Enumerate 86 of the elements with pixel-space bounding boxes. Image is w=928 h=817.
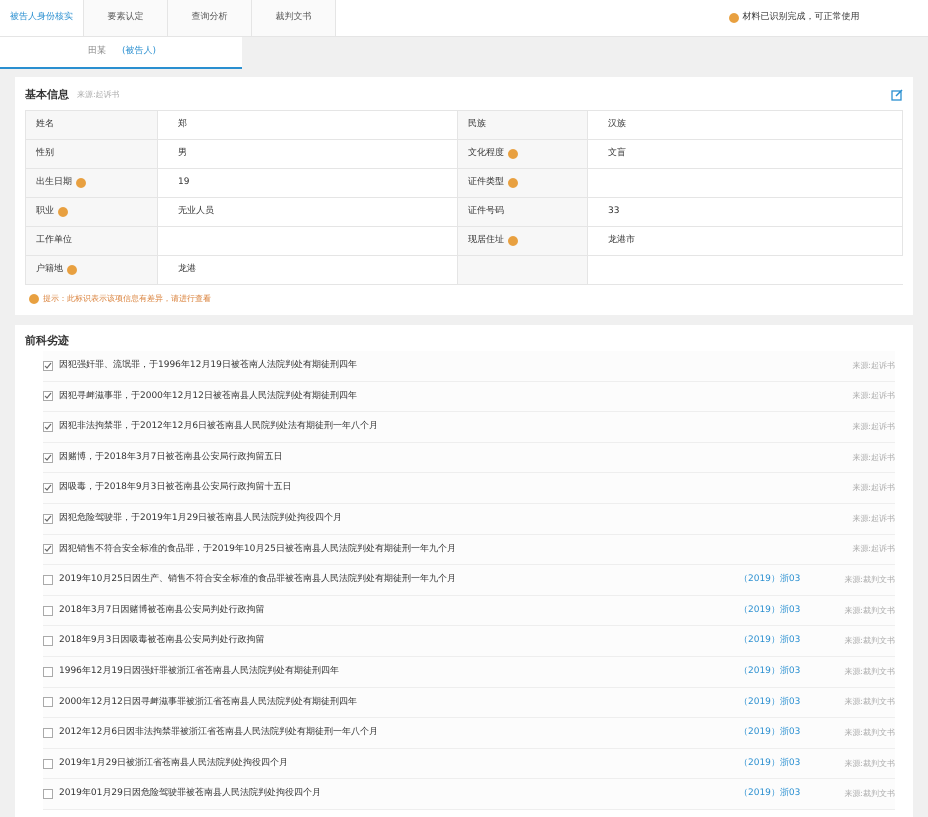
tab[interactable]: (被告人) xyxy=(114,37,164,67)
tab[interactable]: 田某 xyxy=(80,37,114,67)
record-text: 因犯危险驾驶罪，于2019年1月29日被苍南县人民法院判处拘役四个月 xyxy=(59,512,344,526)
field-label: 性别 xyxy=(36,146,54,160)
field-label: 文化程度 xyxy=(468,146,504,160)
record-text: 2012年12月6日因非法拘禁罪被浙江省苍南县人民法院判处有期徒刑一年八个月 xyxy=(59,726,380,740)
field-value: 33 xyxy=(608,204,620,218)
field-label: 出生日期 xyxy=(36,176,72,189)
field-value: 龙港市 xyxy=(608,234,635,247)
case-link[interactable]: （2019）浙03 xyxy=(739,726,829,740)
field-label: 证件号码 xyxy=(468,204,504,218)
checkbox[interactable] xyxy=(43,544,53,554)
source-label: 来源:起诉书 xyxy=(851,390,895,402)
field-value: 汉族 xyxy=(608,118,626,131)
source-label: 来源:起诉书 xyxy=(851,543,895,556)
source-label: 来源:起诉书 xyxy=(851,512,895,525)
edit-icon[interactable] xyxy=(891,89,903,102)
checkbox[interactable] xyxy=(43,483,53,494)
record-text: 2019年01月29日因危险驾驶罪被苍南县人民法院判处拘役四个月 xyxy=(59,787,322,800)
case-link[interactable]: （2019）浙03 xyxy=(739,604,829,618)
field-label: 户籍地 xyxy=(36,262,63,276)
checkbox[interactable] xyxy=(43,758,53,769)
field-label: 职业 xyxy=(36,204,54,218)
checkbox[interactable] xyxy=(43,697,53,708)
field-label: 证件类型 xyxy=(468,176,504,189)
field-value: 男 xyxy=(178,146,187,160)
source-label: 来源:裁判文书 xyxy=(843,788,895,800)
checkbox[interactable] xyxy=(43,666,53,677)
checkbox[interactable] xyxy=(43,391,53,402)
case-link[interactable]: （2019）浙03 xyxy=(739,634,829,648)
checkbox[interactable] xyxy=(43,360,53,371)
record-text: 2019年10月25日因生产、销售不符合安全标准的食品罪被苍南县人民法院判处有期徒刑一年九个月 xyxy=(59,573,457,586)
field-label: 民族 xyxy=(468,118,486,131)
hint-text: 提示：此标识表示该项信息有差异，请进行查看 xyxy=(43,292,211,304)
field-value: 无业人员 xyxy=(178,204,214,218)
checkbox[interactable] xyxy=(43,514,53,524)
case-link[interactable]: （2019）浙03 xyxy=(739,696,829,710)
section-title: 前科劣迹 xyxy=(25,334,69,346)
checkbox[interactable] xyxy=(43,574,53,585)
source-label: 来源:起诉书 xyxy=(851,360,895,372)
source-label: 来源:裁判文书 xyxy=(843,758,895,770)
checkbox[interactable] xyxy=(43,452,53,463)
warning-icon xyxy=(728,13,738,23)
record-text: 1996年12月19日因强奸罪被浙江省苍南县人民法院判处有期徒刑四年 xyxy=(59,664,340,678)
source-label: 来源:裁判文书 xyxy=(843,696,895,708)
tab[interactable]: 查询分析 xyxy=(168,0,252,36)
source-label: 来源:裁判文书 xyxy=(843,726,895,739)
record-text: 因犯寻衅滋事罪，于2000年12月12日被苍南县人民法院判处有期徒刑四年 xyxy=(59,390,358,403)
warning-icon xyxy=(29,294,39,304)
record-text: 2000年12月12日因寻衅滋事罪被浙江省苍南县人民法院判处有期徒刑四年 xyxy=(59,696,358,709)
section-title: 基本信息 xyxy=(25,87,69,103)
record-text: 因吸毒，于2018年9月3日被苍南县公安局行政拘留十五日 xyxy=(59,481,292,494)
record-text: 因犯非法拘禁罪，于2012年12月6日被苍南县人民院判处法有期徒刑一年八个月 xyxy=(59,420,380,434)
record-text: 2019年1月29日被浙江省苍南县人民法院判处拘役四个月 xyxy=(59,756,290,770)
field-label: 现居住址 xyxy=(468,234,504,247)
checkbox[interactable] xyxy=(43,789,53,800)
field-value: 郑 xyxy=(178,118,187,131)
field-label: 姓名 xyxy=(36,118,54,131)
source-label: 来源:起诉书 xyxy=(851,482,895,494)
notice-text: 材料已识别完成，可正常使用 xyxy=(742,11,860,24)
source-label: 来源:裁判文书 xyxy=(843,666,895,678)
source-label: 来源:裁判文书 xyxy=(843,574,895,586)
checkbox[interactable] xyxy=(43,636,53,646)
source-label: 来源:起诉书 xyxy=(851,452,895,464)
tab[interactable]: 要素认定 xyxy=(84,0,168,36)
source-label: 来源:裁判文书 xyxy=(843,635,895,648)
checkbox[interactable] xyxy=(43,728,53,738)
source-label: 来源:裁判文书 xyxy=(843,604,895,617)
field-value: 龙港 xyxy=(178,262,196,276)
record-text: 2018年9月3日因吸毒被苍南县公安局判处行政拘留 xyxy=(59,634,266,648)
record-text: 2018年3月7日因赌博被苍南县公安局判处行政拘留 xyxy=(59,604,266,617)
checkbox[interactable] xyxy=(43,422,53,432)
case-link[interactable]: （2019）浙03 xyxy=(739,664,829,678)
tab[interactable]: 裁判文书 xyxy=(252,0,336,36)
case-link[interactable]: （2019）浙03 xyxy=(739,573,829,587)
field-value: 文盲 xyxy=(608,146,626,160)
record-text: 因犯销售不符合安全标准的食品罪，于2019年10月25日被苍南县人民法院判处有期徒刑一年九个月 xyxy=(59,542,457,556)
record-text: 因犯强奸罪、流氓罪，于1996年12月19日被苍南人法院判处有期徒刑四年 xyxy=(59,359,358,372)
source-label: 来源:起诉书 xyxy=(77,89,120,102)
case-link[interactable]: （2019）浙03 xyxy=(739,787,829,801)
field-value: 19 xyxy=(178,176,190,189)
record-text: 因赌博，于2018年3月7日被苍南县公安局行政拘留五日 xyxy=(59,450,284,464)
case-link[interactable]: （2019）浙03 xyxy=(739,756,829,770)
checkbox[interactable] xyxy=(43,606,53,616)
source-label: 来源:起诉书 xyxy=(851,420,895,433)
field-label: 工作单位 xyxy=(36,234,72,247)
